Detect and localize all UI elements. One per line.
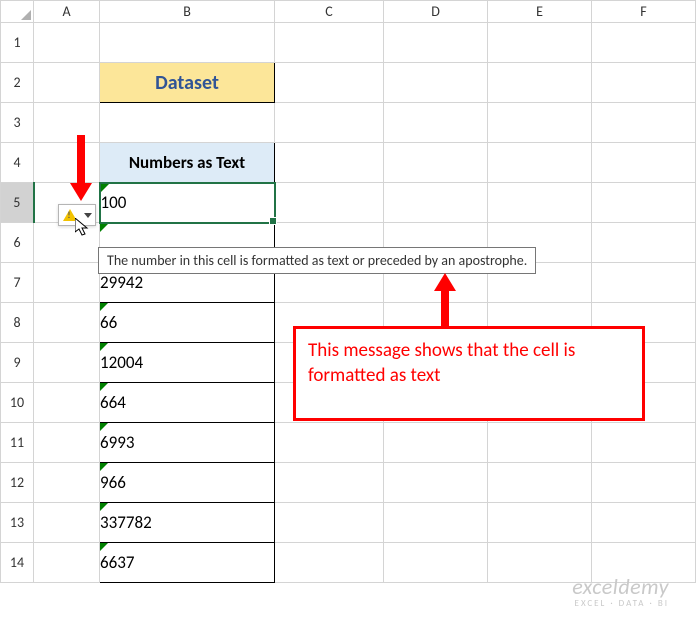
cell-A11[interactable] xyxy=(34,423,100,463)
watermark: exceldemy EXCEL · DATA · BI xyxy=(572,573,669,609)
row-header-13[interactable]: 13 xyxy=(1,503,34,543)
col-header-D[interactable]: D xyxy=(384,1,488,23)
red-arrow-down-icon xyxy=(68,135,94,201)
cell-F3[interactable] xyxy=(592,103,696,143)
red-arrow-up-icon xyxy=(432,273,458,329)
cell-D2[interactable] xyxy=(384,63,488,103)
cell-C14[interactable] xyxy=(275,543,384,583)
cell-A14[interactable] xyxy=(34,543,100,583)
col-header-C[interactable]: C xyxy=(275,1,384,23)
watermark-sub: EXCEL · DATA · BI xyxy=(572,598,669,609)
row-header-5[interactable]: 5 xyxy=(1,183,34,223)
spreadsheet-grid: A B C D E F 1 2 Dataset 3 4 Numbers as T… xyxy=(0,0,696,583)
cell-A9[interactable] xyxy=(34,343,100,383)
cell-A13[interactable] xyxy=(34,503,100,543)
cell-F11[interactable] xyxy=(592,423,696,463)
col-header-E[interactable]: E xyxy=(488,1,592,23)
cell-E2[interactable] xyxy=(488,63,592,103)
annotation-callout: This message shows that the cell is form… xyxy=(293,326,645,421)
col-header-F[interactable]: F xyxy=(592,1,696,23)
cell-B11[interactable]: 6993 xyxy=(100,423,275,463)
row-header-1[interactable]: 1 xyxy=(1,23,34,63)
cell-A10[interactable] xyxy=(34,383,100,423)
cell-C1[interactable] xyxy=(275,23,384,63)
cell-C12[interactable] xyxy=(275,463,384,503)
cell-C5[interactable] xyxy=(275,183,384,223)
cell-F12[interactable] xyxy=(592,463,696,503)
error-tooltip: The number in this cell is formatted as … xyxy=(98,247,536,274)
cell-D1[interactable] xyxy=(384,23,488,63)
row-header-14[interactable]: 14 xyxy=(1,543,34,583)
cell-E3[interactable] xyxy=(488,103,592,143)
cell-C11[interactable] xyxy=(275,423,384,463)
row-header-8[interactable]: 8 xyxy=(1,303,34,343)
cell-F5[interactable] xyxy=(592,183,696,223)
cell-B2-title[interactable]: Dataset xyxy=(100,63,275,103)
cell-F2[interactable] xyxy=(592,63,696,103)
cell-C2[interactable] xyxy=(275,63,384,103)
cell-B12[interactable]: 966 xyxy=(100,463,275,503)
cell-F7[interactable] xyxy=(592,263,696,303)
cell-D12[interactable] xyxy=(384,463,488,503)
cell-F6[interactable] xyxy=(592,223,696,263)
row-header-6[interactable]: 6 xyxy=(1,223,34,263)
row-header-10[interactable]: 10 xyxy=(1,383,34,423)
cell-D5[interactable] xyxy=(384,183,488,223)
cell-B4-header[interactable]: Numbers as Text xyxy=(100,143,275,183)
cell-A7[interactable] xyxy=(34,263,100,303)
cell-A12[interactable] xyxy=(34,463,100,503)
cell-C4[interactable] xyxy=(275,143,384,183)
cell-E11[interactable] xyxy=(488,423,592,463)
row-header-3[interactable]: 3 xyxy=(1,103,34,143)
cell-D11[interactable] xyxy=(384,423,488,463)
cell-D14[interactable] xyxy=(384,543,488,583)
cell-C3[interactable] xyxy=(275,103,384,143)
cell-E4[interactable] xyxy=(488,143,592,183)
row-header-9[interactable]: 9 xyxy=(1,343,34,383)
cell-C13[interactable] xyxy=(275,503,384,543)
cell-E1[interactable] xyxy=(488,23,592,63)
cursor-icon xyxy=(75,218,95,238)
cell-A1[interactable] xyxy=(34,23,100,63)
cell-D13[interactable] xyxy=(384,503,488,543)
select-all-corner[interactable] xyxy=(1,1,34,23)
row-header-4[interactable]: 4 xyxy=(1,143,34,183)
cell-B5[interactable]: 100 xyxy=(100,183,275,223)
watermark-main: exceldemy xyxy=(572,573,669,600)
cell-D3[interactable] xyxy=(384,103,488,143)
cell-B10[interactable]: 664 xyxy=(100,383,275,423)
cell-A2[interactable] xyxy=(34,63,100,103)
row-header-12[interactable]: 12 xyxy=(1,463,34,503)
cell-F13[interactable] xyxy=(592,503,696,543)
chevron-down-icon xyxy=(84,213,92,218)
cell-E13[interactable] xyxy=(488,503,592,543)
cell-B9[interactable]: 12004 xyxy=(100,343,275,383)
cell-B14[interactable]: 6637 xyxy=(100,543,275,583)
row-header-7[interactable]: 7 xyxy=(1,263,34,303)
cell-B8[interactable]: 66 xyxy=(100,303,275,343)
row-header-11[interactable]: 11 xyxy=(1,423,34,463)
col-header-A[interactable]: A xyxy=(34,1,100,23)
cell-B3[interactable] xyxy=(100,103,275,143)
cell-B1[interactable] xyxy=(100,23,275,63)
cell-D4[interactable] xyxy=(384,143,488,183)
row-header-2[interactable]: 2 xyxy=(1,63,34,103)
cell-A8[interactable] xyxy=(34,303,100,343)
cell-E12[interactable] xyxy=(488,463,592,503)
cell-F4[interactable] xyxy=(592,143,696,183)
cell-B13[interactable]: 337782 xyxy=(100,503,275,543)
cell-E5[interactable] xyxy=(488,183,592,223)
col-header-B[interactable]: B xyxy=(100,1,275,23)
cell-F1[interactable] xyxy=(592,23,696,63)
